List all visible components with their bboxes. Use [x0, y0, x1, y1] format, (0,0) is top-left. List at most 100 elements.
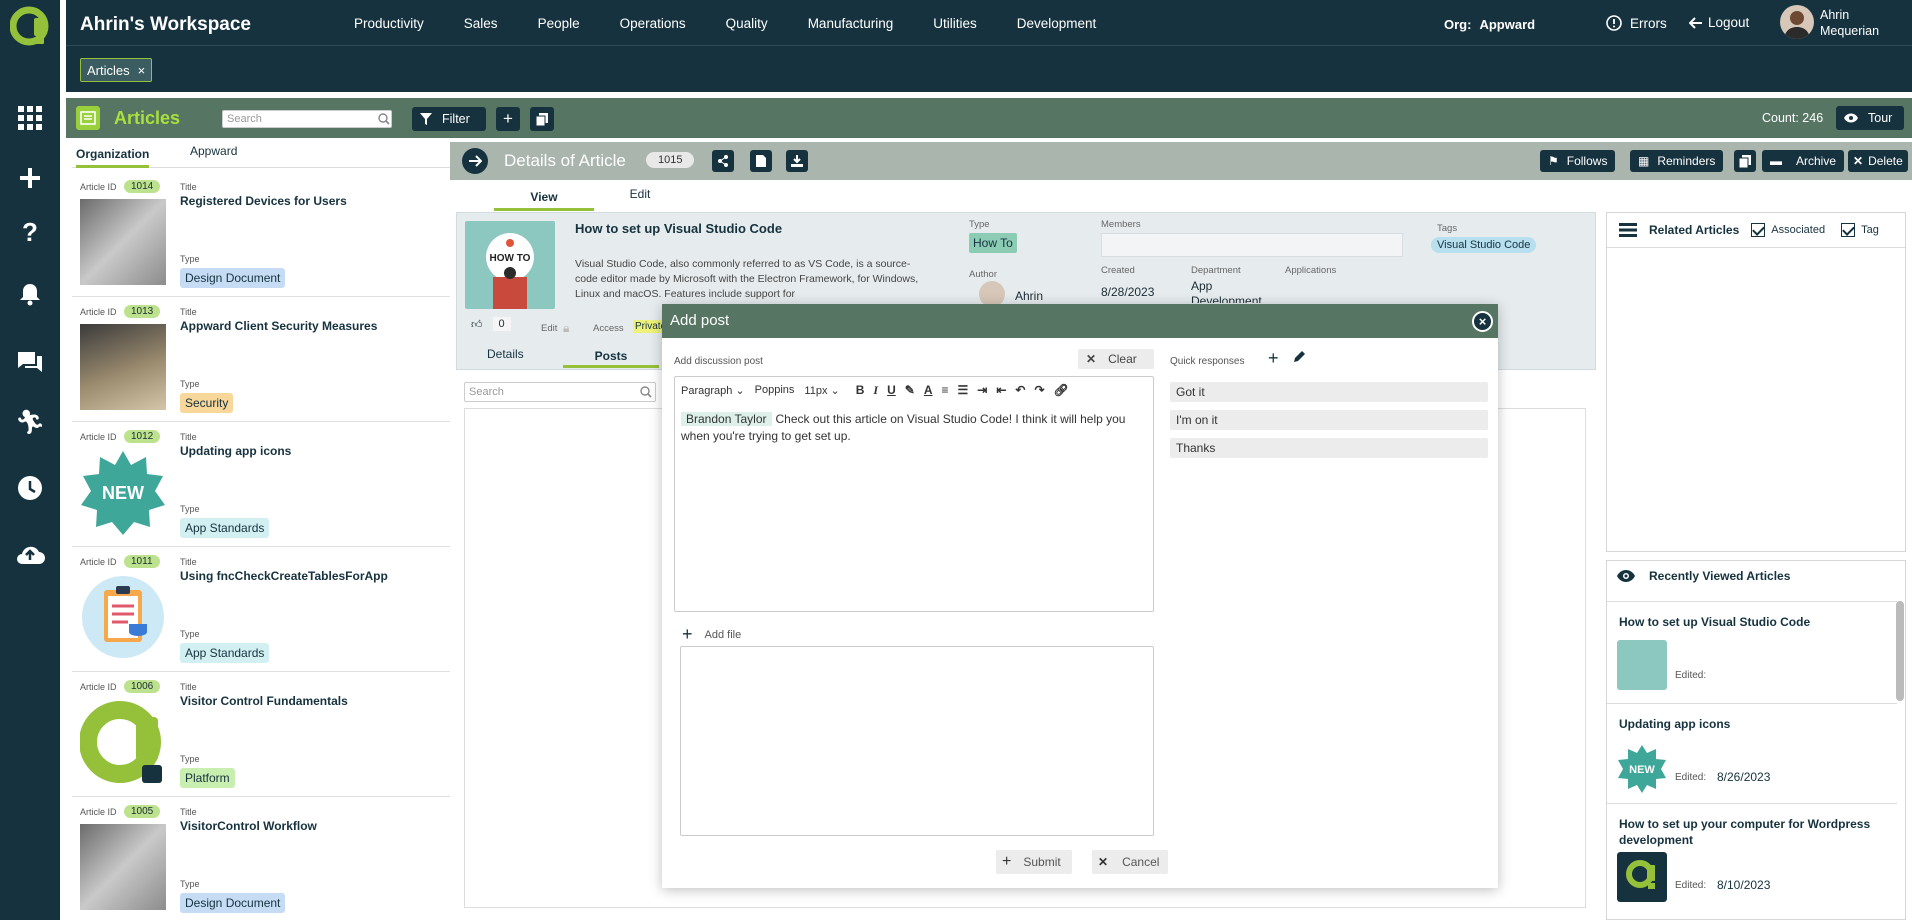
archive-button[interactable]: ▬ Archive [1762, 150, 1845, 172]
new-badge-icon: NEW [81, 451, 165, 535]
font-size-select[interactable]: 11px ⌄ [804, 384, 839, 397]
workspace-title[interactable]: Ahrin's Workspace [80, 14, 251, 36]
type-badge: Platform [180, 768, 235, 788]
list-item[interactable]: Updating app icons NEW Edited: 8/26/2023 [1607, 703, 1897, 803]
indent-icon[interactable]: ⇥ [977, 383, 987, 397]
cloud-upload-icon[interactable] [14, 538, 46, 570]
delete-button[interactable]: ✕ Delete [1848, 150, 1908, 172]
nav-utilities[interactable]: Utilities [933, 16, 977, 31]
copy-button[interactable] [1734, 150, 1756, 172]
redo-icon[interactable]: ↷ [1034, 383, 1044, 397]
tab-edit[interactable]: Edit [590, 187, 690, 201]
bold-icon[interactable]: B [856, 383, 865, 397]
scrollbar[interactable] [1896, 601, 1904, 701]
list-item[interactable]: Article ID 1005 Title VisitorControl Wor… [72, 797, 450, 920]
user-avatar[interactable] [1780, 5, 1814, 39]
underline-icon[interactable]: U [887, 383, 896, 397]
outdent-icon[interactable]: ⇤ [996, 383, 1006, 397]
arrow-right-icon[interactable] [462, 148, 488, 174]
file-drop-area[interactable] [680, 646, 1154, 836]
filter-button[interactable]: Filter [412, 107, 486, 131]
pencil-icon[interactable] [1292, 350, 1306, 364]
list-item[interactable]: Article ID 1011 Title Using fncCheckCrea… [72, 547, 450, 672]
logout-button[interactable]: Logout [1689, 15, 1749, 30]
tab-organization[interactable]: Organization [76, 147, 150, 168]
posts-search-input[interactable]: Search [464, 382, 656, 402]
nav-sales[interactable]: Sales [464, 16, 498, 31]
close-icon[interactable]: × [1472, 311, 1493, 332]
align-icon[interactable]: ≡ [942, 383, 949, 397]
user-name[interactable]: Ahrin Mequerian [1820, 7, 1879, 39]
link-icon[interactable]: 🔗︎ [1054, 383, 1069, 397]
add-file-button[interactable]: + Add file [682, 624, 741, 645]
list-item[interactable]: How to set up Visual Studio Code Edited: [1607, 601, 1897, 703]
undo-icon[interactable]: ↶ [1015, 383, 1025, 397]
errors-button[interactable]: Errors [1606, 15, 1667, 31]
org-selector[interactable]: Org: Appward [1444, 17, 1535, 32]
article-thumbnail [80, 199, 166, 285]
list-item[interactable]: Article ID 1013 Title Appward Client Sec… [72, 297, 450, 422]
quick-response-item[interactable]: Thanks [1170, 438, 1488, 458]
like-button[interactable]: 👍︎ 0 [471, 317, 511, 331]
nav-quality[interactable]: Quality [726, 16, 768, 31]
details-mode-tabs: View Edit [460, 184, 1160, 212]
quick-response-item[interactable]: I'm on it [1170, 410, 1488, 430]
lock-icon: 🔒︎ [563, 321, 570, 335]
chat-icon[interactable] [14, 346, 46, 378]
article-id-badge: 1013 [124, 305, 161, 318]
article-thumbnail [80, 824, 166, 910]
tab-appward[interactable]: Appward [190, 144, 237, 158]
mention-chip[interactable]: Brandon Taylor [681, 412, 772, 426]
runner-icon[interactable]: 🏃︎ [14, 406, 46, 438]
list-item[interactable]: Article ID 1012 Title NEW Updating app i… [72, 422, 450, 547]
modal-header: Add post × [662, 304, 1498, 338]
module-search-input[interactable]: Search [222, 110, 392, 128]
clear-button[interactable]: ✕ Clear [1078, 349, 1154, 369]
list-icon [1619, 223, 1637, 237]
submit-button[interactable]: + Submit [996, 850, 1072, 874]
list-item[interactable]: Article ID 1006 Title Visitor Control Fu… [72, 672, 450, 797]
appward-logo-icon[interactable] [10, 6, 50, 46]
list-item[interactable]: How to set up your computer for Wordpres… [1607, 803, 1897, 919]
members-field[interactable] [1101, 233, 1403, 257]
plus-icon: + [682, 624, 693, 644]
nav-development[interactable]: Development [1017, 16, 1097, 31]
nav-manufacturing[interactable]: Manufacturing [808, 16, 894, 31]
post-text[interactable]: Brandon Taylor Check out this article on … [681, 411, 1149, 445]
nav-productivity[interactable]: Productivity [354, 16, 424, 31]
bullet-list-icon[interactable]: ☰ [958, 383, 969, 397]
help-icon[interactable]: ? [14, 216, 46, 248]
font-color-icon[interactable]: A [924, 383, 933, 397]
italic-icon[interactable]: I [873, 383, 878, 398]
pdf-button[interactable] [750, 150, 772, 172]
associated-checkbox[interactable] [1751, 223, 1766, 237]
copy-button[interactable] [530, 107, 554, 131]
follows-button[interactable]: ⚑ Follows [1540, 150, 1616, 172]
font-select[interactable]: Poppins [755, 384, 795, 396]
paragraph-select[interactable]: Paragraph ⌄ [681, 384, 745, 397]
subtab-posts[interactable]: Posts [563, 349, 659, 368]
clock-icon[interactable] [14, 472, 46, 504]
nav-operations[interactable]: Operations [620, 16, 686, 31]
open-tab-articles[interactable]: Articles × [80, 58, 153, 82]
cancel-button[interactable]: ✕ Cancel [1092, 850, 1168, 874]
subtab-details[interactable]: Details [487, 347, 524, 361]
plus-icon[interactable] [14, 162, 46, 194]
download-button[interactable] [786, 150, 808, 172]
close-tab-icon[interactable]: × [138, 63, 146, 78]
recent-title: Recently Viewed Articles [1649, 569, 1791, 583]
plus-icon[interactable]: + [1268, 348, 1279, 369]
add-article-button[interactable]: + [496, 107, 520, 131]
nav-people[interactable]: People [538, 16, 580, 31]
list-item[interactable]: Article ID 1014 Title Registered Devices… [72, 172, 450, 297]
tour-button[interactable]: Tour [1836, 106, 1904, 130]
reminders-button[interactable]: ▦ Reminders [1630, 150, 1724, 172]
share-button[interactable] [712, 150, 734, 172]
bell-icon[interactable] [14, 278, 46, 310]
apps-grid-icon[interactable] [14, 102, 46, 134]
highlight-icon[interactable]: ✎ [905, 383, 915, 397]
tab-view[interactable]: View [494, 190, 594, 211]
quick-response-item[interactable]: Got it [1170, 382, 1488, 402]
tag-checkbox[interactable] [1841, 223, 1856, 237]
post-editor[interactable]: Paragraph ⌄ Poppins 11px ⌄ B I U ✎ A ≡ ☰… [674, 376, 1154, 612]
